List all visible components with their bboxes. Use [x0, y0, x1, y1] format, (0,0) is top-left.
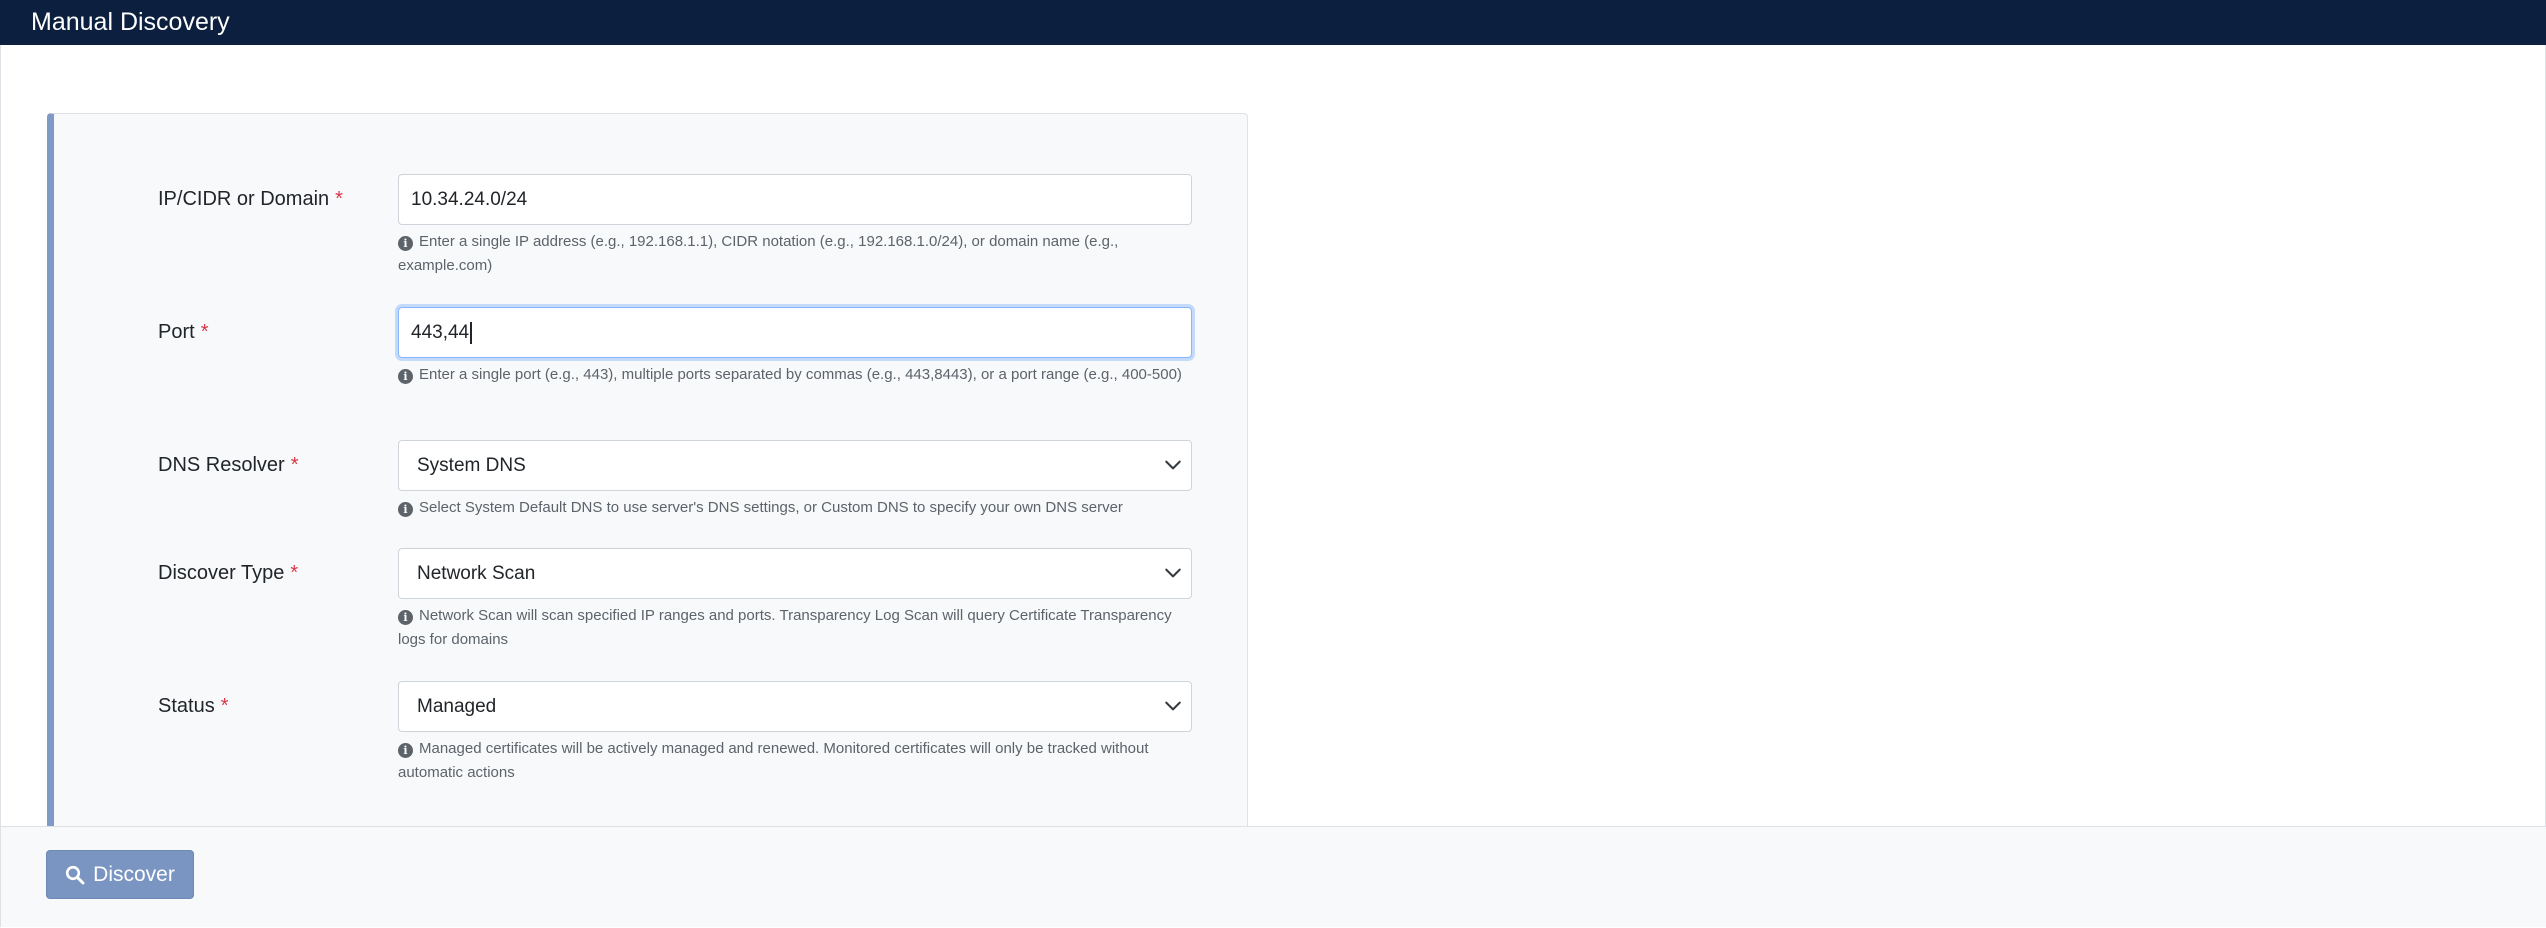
status-label: Status *: [158, 695, 229, 717]
info-circle-icon: i: [398, 369, 413, 384]
info-circle-icon: i: [398, 236, 413, 251]
page-title: Manual Discovery: [31, 8, 230, 36]
dns-selected-value: System DNS: [417, 454, 526, 476]
dns-help-text: i Select System Default DNS to use server…: [398, 496, 1192, 520]
search-icon: [66, 865, 85, 884]
dns-resolver-select[interactable]: System DNS: [398, 440, 1192, 491]
port-input-value: 443,44: [411, 321, 470, 343]
discover-button[interactable]: Discover: [46, 850, 194, 899]
card-footer: Discover: [1, 826, 2546, 927]
chevron-down-icon: [1165, 460, 1181, 470]
ip-label: IP/CIDR or Domain *: [158, 188, 343, 210]
discover-type-select[interactable]: Network Scan: [398, 548, 1192, 599]
discovery-card: IP/CIDR or Domain * 10.34.24.0/24 i Enter …: [0, 45, 2546, 927]
dns-label: DNS Resolver *: [158, 454, 299, 476]
ip-input[interactable]: 10.34.24.0/24: [398, 174, 1192, 225]
ip-input-value: 10.34.24.0/24: [411, 188, 528, 210]
required-mark: *: [335, 188, 343, 210]
discovery-form-panel: IP/CIDR or Domain * 10.34.24.0/24 i Enter …: [47, 113, 1248, 847]
chevron-down-icon: [1165, 701, 1181, 711]
page-header: Manual Discovery: [0, 0, 2546, 45]
text-cursor: [470, 321, 472, 344]
required-mark: *: [220, 695, 229, 717]
port-input[interactable]: 443,44: [398, 307, 1192, 358]
info-circle-icon: i: [398, 610, 413, 625]
info-circle-icon: i: [398, 743, 413, 758]
status-help-text: i Managed certificates will be actively m…: [398, 740, 1149, 781]
ip-help-text: i Enter a single IP address (e.g., 192.16…: [398, 233, 1119, 274]
required-mark: *: [200, 321, 209, 343]
discover-type-help-text: i Network Scan will scan specified IP ran…: [398, 607, 1172, 648]
required-mark: *: [290, 562, 299, 584]
discover-type-label: Discover Type *: [158, 562, 299, 584]
status-selected-value: Managed: [417, 695, 497, 717]
discover-button-label: Discover: [93, 862, 175, 886]
discover-type-selected-value: Network Scan: [417, 562, 536, 584]
info-circle-icon: i: [398, 502, 413, 517]
status-select[interactable]: Managed: [398, 681, 1192, 732]
port-label: Port *: [158, 321, 209, 343]
port-help-text: i Enter a single port (e.g., 443), multip…: [398, 363, 1192, 387]
required-mark: *: [290, 454, 299, 476]
chevron-down-icon: [1165, 568, 1181, 578]
